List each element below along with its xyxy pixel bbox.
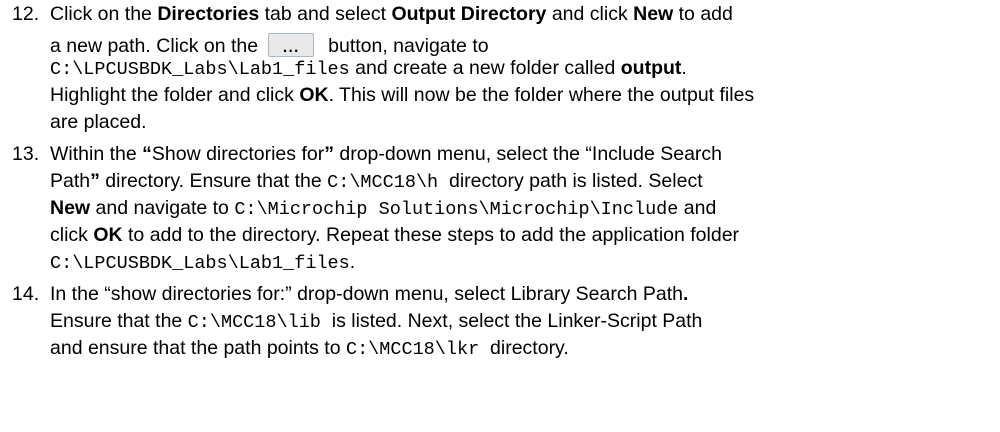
step-14-line-1: In the “show directories for:” drop-down… xyxy=(50,283,689,305)
ok-term: OK xyxy=(299,84,329,106)
step-14-line-2: Ensure that the C:\MCC18\lib is listed. … xyxy=(50,310,703,333)
instruction-document: 12. Click on the Directories tab and sel… xyxy=(0,0,1000,432)
output-directory-term: Output Directory xyxy=(391,3,547,25)
mcc18-h-path: C:\MCC18\h xyxy=(327,172,439,193)
step-13-line-5: C:\LPCUSBDK_Labs\Lab1_files. xyxy=(50,251,356,274)
step-13-line-1: Within the “Show directories for” drop-d… xyxy=(50,143,723,165)
mcc18-lib-path: C:\MCC18\lib xyxy=(187,312,321,333)
browse-button-label: ... xyxy=(282,41,300,55)
step-13-number: 13. xyxy=(12,143,40,165)
microchip-include-path: C:\Microchip Solutions\Microchip\Include xyxy=(234,199,679,220)
step-12-line-1: Click on the Directories tab and select … xyxy=(50,3,733,25)
step-12-number: 12. xyxy=(12,3,40,25)
step-12-line-3: C:\LPCUSBDK_Labs\Lab1_files and create a… xyxy=(50,57,687,80)
step-13-line-4: click OK to add to the directory. Repeat… xyxy=(50,224,740,246)
browse-button: ... xyxy=(268,33,315,57)
step-12-line-2: a new path. Click on the... button, navig… xyxy=(50,33,489,57)
step-13-line-3: New and navigate to C:\Microchip Solutio… xyxy=(50,197,717,220)
ok-term: OK xyxy=(93,224,123,246)
lab1-files-path: C:\LPCUSBDK_Labs\Lab1_files xyxy=(50,59,350,80)
directories-tab-term: Directories xyxy=(157,3,260,25)
step-13-line-2: Path” directory. Ensure that the C:\MCC1… xyxy=(50,170,703,193)
output-folder-term: output xyxy=(620,57,682,79)
step-14-number: 14. xyxy=(12,283,40,305)
new-term: New xyxy=(633,3,674,25)
lab1-files-path: C:\LPCUSBDK_Labs\Lab1_files xyxy=(50,253,350,274)
step-14-line-3: and ensure that the path points to C:\MC… xyxy=(50,337,569,360)
step-12-line-5: are placed. xyxy=(50,111,147,133)
mcc18-lkr-path: C:\MCC18\lkr xyxy=(345,339,480,360)
new-term: New xyxy=(50,197,91,219)
step-12-line-4: Highlight the folder and click OK. This … xyxy=(50,84,755,106)
